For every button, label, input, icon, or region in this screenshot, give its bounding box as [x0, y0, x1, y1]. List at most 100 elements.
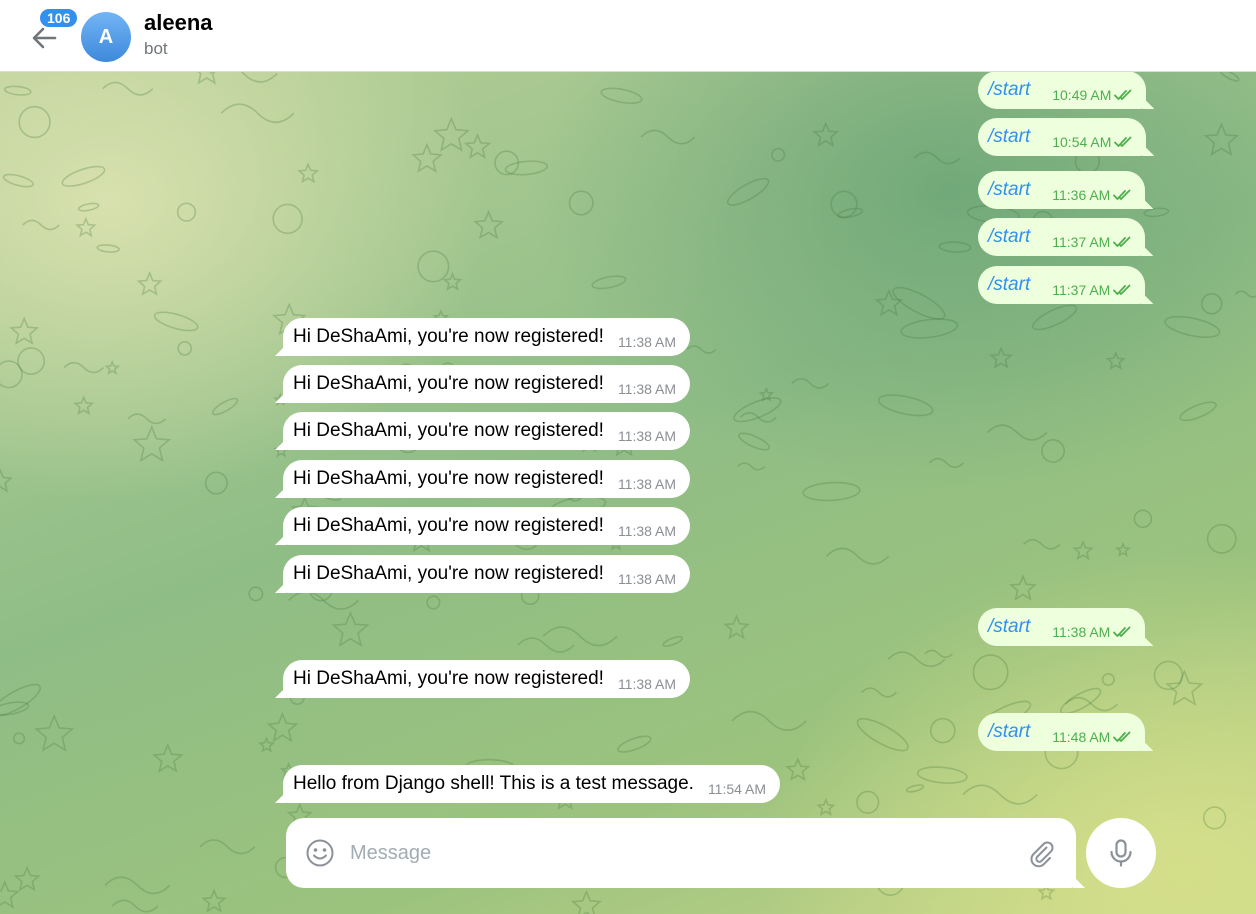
- pattern-doodle: [738, 432, 771, 451]
- message-list[interactable]: /start 10:49 AM/start 10:54 AM/start 11:36 …: [0, 71, 1256, 914]
- pattern-doodle: [791, 378, 830, 389]
- pattern-doodle: [266, 711, 299, 743]
- pattern-doodle: [900, 318, 959, 339]
- pattern-doodle: [617, 735, 652, 753]
- outgoing-message[interactable]: /start 11:48 AM: [978, 713, 1146, 751]
- double-check-icon: [1113, 236, 1131, 247]
- pattern-doodle: [570, 889, 602, 914]
- message-text: /start: [988, 616, 1031, 637]
- outgoing-message[interactable]: /start 11:37 AM: [978, 218, 1146, 256]
- pattern-doodle: [1203, 806, 1227, 830]
- pattern-doodle: [104, 876, 171, 895]
- incoming-message[interactable]: Hi DeShaAmi, you're now registered! 11:38…: [283, 555, 691, 593]
- pattern-doodle: [34, 713, 75, 752]
- pattern-doodle: [1009, 574, 1037, 601]
- double-check-icon: [1114, 89, 1132, 100]
- pattern-doodle: [152, 742, 184, 773]
- message-text: /start: [988, 274, 1031, 295]
- incoming-message[interactable]: Hi DeShaAmi, you're now registered! 11:38…: [283, 318, 691, 356]
- message-input[interactable]: [350, 838, 1010, 868]
- outgoing-message[interactable]: /start 10:54 AM: [978, 118, 1147, 156]
- pattern-doodle: [877, 394, 934, 417]
- pattern-doodle: [726, 177, 770, 206]
- pattern-doodle: [986, 424, 1048, 441]
- message-time: 10:49 AM: [1052, 87, 1112, 103]
- pattern-doodle: [938, 241, 972, 253]
- emoji-button[interactable]: [305, 838, 335, 868]
- smile-icon: [306, 839, 334, 867]
- pattern-doodle: [331, 610, 370, 647]
- pattern-doodle: [723, 614, 750, 640]
- pattern-doodle: [928, 457, 965, 468]
- incoming-message[interactable]: Hi DeShaAmi, you're now registered! 11:38…: [283, 412, 691, 450]
- chat-status: bot: [144, 39, 168, 58]
- message-text: /start: [988, 721, 1031, 742]
- pattern-doodle: [209, 71, 278, 83]
- incoming-message[interactable]: Hello from Django shell! This is a test …: [283, 765, 781, 803]
- pattern-doodle: [61, 165, 106, 187]
- message-text: /start: [988, 79, 1031, 100]
- pattern-doodle: [686, 345, 717, 354]
- message-time: 11:38 AM: [617, 428, 677, 444]
- pattern-doodle: [1105, 350, 1126, 371]
- pattern-doodle: [591, 275, 627, 290]
- incoming-message[interactable]: Hi DeShaAmi, you're now registered! 11:38…: [283, 507, 691, 545]
- pattern-doodle: [929, 717, 956, 744]
- pattern-doodle: [211, 397, 239, 416]
- pattern-doodle: [18, 105, 51, 139]
- message-text: Hi DeShaAmi, you're now registered!: [293, 563, 604, 584]
- pattern-doodle: [75, 216, 97, 238]
- chat-title[interactable]: aleena: [144, 10, 213, 36]
- pattern-doodle: [417, 250, 450, 283]
- pattern-doodle: [737, 462, 766, 471]
- pattern-doodle: [1115, 541, 1131, 557]
- pattern-doodle: [504, 160, 549, 176]
- message-time: 11:38 AM: [617, 523, 677, 539]
- incoming-message[interactable]: Hi DeShaAmi, you're now registered! 11:38…: [283, 660, 691, 698]
- pattern-doodle: [272, 203, 303, 235]
- attach-button[interactable]: [1026, 838, 1056, 868]
- message-time: 11:38 AM: [617, 334, 677, 350]
- pattern-doodle: [297, 162, 320, 184]
- pattern-doodle: [63, 361, 105, 374]
- message-text: Hi DeShaAmi, you're now registered!: [293, 668, 604, 689]
- pattern-doodle: [887, 651, 946, 668]
- outgoing-message[interactable]: /start 10:49 AM: [978, 71, 1147, 109]
- pattern-doodle: [731, 710, 807, 731]
- pattern-doodle: [856, 790, 880, 814]
- pattern-doodle: [77, 202, 100, 212]
- incoming-message[interactable]: Hi DeShaAmi, you're now registered! 11:38…: [283, 365, 691, 403]
- pattern-doodle: [1041, 439, 1066, 463]
- message-composer: [286, 818, 1076, 888]
- outgoing-message[interactable]: /start 11:38 AM: [978, 608, 1146, 646]
- pattern-doodle: [1234, 290, 1256, 298]
- outgoing-message[interactable]: /start 11:36 AM: [978, 171, 1146, 209]
- pattern-doodle: [1032, 304, 1078, 331]
- avatar[interactable]: A: [81, 12, 131, 62]
- pattern-doodle: [176, 202, 197, 222]
- pattern-doodle: [802, 481, 861, 502]
- message-text: Hi DeShaAmi, you're now registered!: [293, 373, 604, 394]
- pattern-doodle: [196, 71, 217, 85]
- pattern-doodle: [1101, 672, 1115, 687]
- message-text: /start: [988, 126, 1031, 147]
- pattern-doodle: [442, 271, 463, 291]
- double-check-icon: [1113, 284, 1131, 295]
- pattern-doodle: [812, 121, 840, 148]
- pattern-doodle: [640, 129, 696, 145]
- message-text: Hello from Django shell! This is a test …: [293, 773, 694, 794]
- message-time: 11:37 AM: [1052, 282, 1111, 298]
- pattern-doodle: [153, 311, 199, 332]
- pattern-doodle: [816, 797, 836, 817]
- pattern-doodle: [0, 468, 13, 493]
- pattern-doodle: [1179, 401, 1217, 422]
- pattern-doodle: [96, 244, 120, 253]
- pattern-doodle: [962, 784, 1038, 805]
- voice-record-button[interactable]: [1086, 818, 1156, 888]
- incoming-message[interactable]: Hi DeShaAmi, you're now registered! 11:38…: [283, 460, 691, 498]
- message-time: 11:38 AM: [1052, 624, 1111, 640]
- telegram-chat-window: 106 A aleena bot /start 10:49 AM/start 10:…: [0, 0, 1256, 914]
- outgoing-message[interactable]: /start 11:37 AM: [978, 266, 1146, 304]
- pattern-doodle: [22, 219, 60, 231]
- pattern-doodle: [771, 147, 786, 162]
